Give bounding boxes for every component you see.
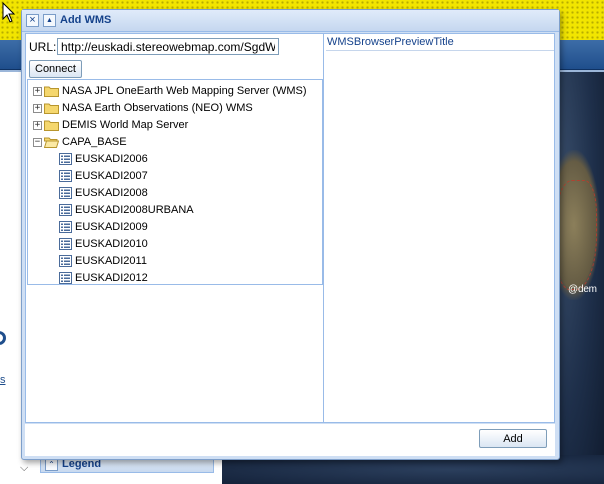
tree-leaf-label: EUSKADI2009 bbox=[75, 221, 148, 233]
layer-icon bbox=[59, 170, 72, 182]
side-link[interactable]: s bbox=[0, 374, 6, 386]
tree-leaf-label: EUSKADI2006 bbox=[75, 153, 148, 165]
layer-tree[interactable]: + NASA JPL OneEarth Web Mapping Server (W… bbox=[27, 79, 323, 285]
preview-title: WMSBrowserPreviewTitle bbox=[327, 36, 454, 48]
preview-panel: WMSBrowserPreviewTitle bbox=[326, 34, 554, 422]
tree-leaf-label: EUSKADI2010 bbox=[75, 238, 148, 250]
layer-icon bbox=[59, 204, 72, 216]
tree-leaf-label: EUSKADI2011 bbox=[75, 255, 147, 267]
dialog-footer: Add bbox=[25, 424, 555, 456]
layer-icon bbox=[59, 272, 72, 284]
dialog-body: URL: Connect + NASA JPL OneEarth Web Mapp… bbox=[25, 33, 555, 423]
server-browser-panel: URL: Connect + NASA JPL OneEarth Web Mapp… bbox=[26, 34, 324, 422]
tree-leaf-label: EUSKADI2012 bbox=[75, 272, 148, 284]
map-copyright: @dem bbox=[568, 284, 597, 295]
dialog-titlebar[interactable]: × ▲ Add WMS bbox=[22, 10, 559, 32]
chevron-down-icon[interactable]: ⌵ bbox=[20, 462, 28, 475]
preview-area bbox=[326, 50, 554, 422]
layer-icon bbox=[59, 187, 72, 199]
folder-open-icon bbox=[43, 136, 60, 148]
expand-toggle-icon[interactable]: + bbox=[33, 87, 42, 96]
dialog-title: Add WMS bbox=[60, 14, 112, 26]
folder-icon bbox=[44, 85, 59, 97]
layer-icon bbox=[59, 238, 72, 250]
collapse-toggle-icon[interactable]: − bbox=[33, 138, 42, 147]
collapse-icon[interactable]: ▲ bbox=[43, 14, 56, 27]
mouse-cursor-icon bbox=[2, 2, 16, 23]
tree-node-label: NASA Earth Observations (NEO) WMS bbox=[62, 102, 253, 114]
tree-node-label: CAPA_BASE bbox=[62, 136, 127, 148]
folder-icon bbox=[44, 102, 59, 114]
tree-node-label: DEMIS World Map Server bbox=[62, 119, 189, 131]
expand-toggle-icon[interactable]: + bbox=[33, 121, 42, 130]
tree-node-label: NASA JPL OneEarth Web Mapping Server (WM… bbox=[62, 85, 307, 97]
circle-icon[interactable] bbox=[0, 331, 6, 345]
connect-button[interactable]: Connect bbox=[29, 60, 82, 78]
add-button[interactable]: Add bbox=[479, 429, 547, 448]
url-label: URL: bbox=[29, 40, 57, 54]
tree-leaf-label: EUSKADI2007 bbox=[75, 170, 148, 182]
layer-icon bbox=[59, 153, 72, 165]
url-input[interactable] bbox=[57, 38, 279, 55]
tree-leaf-label: EUSKADI2008URBANA bbox=[75, 204, 194, 216]
layer-icon bbox=[59, 221, 72, 233]
map-boundary-lines bbox=[555, 180, 597, 290]
expand-toggle-icon[interactable]: + bbox=[33, 104, 42, 113]
add-wms-dialog: × ▲ Add WMS URL: Connect + NASA JPL OneEa… bbox=[21, 9, 560, 460]
tree-leaf-label: EUSKADI2008 bbox=[75, 187, 148, 199]
close-icon[interactable]: × bbox=[26, 14, 39, 27]
folder-icon bbox=[44, 119, 59, 131]
layer-icon bbox=[59, 255, 72, 267]
